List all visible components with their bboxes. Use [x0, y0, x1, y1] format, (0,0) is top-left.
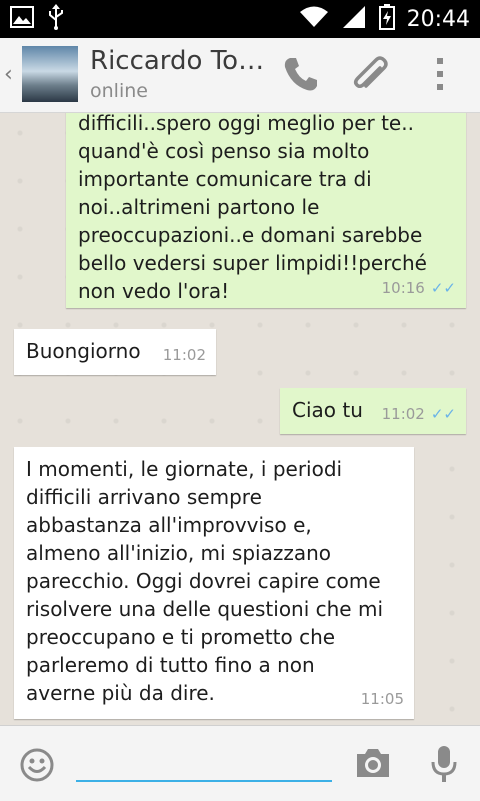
avatar[interactable] [22, 46, 78, 102]
contact-name[interactable]: Riccardo To… [90, 46, 264, 76]
camera-icon[interactable] [354, 746, 392, 784]
contact-status: online [90, 80, 148, 102]
status-bar: 20:44 [0, 0, 480, 38]
conversation-header[interactable]: ‹ Riccardo To… online [0, 38, 480, 113]
message-time: 10:16 [381, 279, 425, 297]
message-time: 11:05 [360, 690, 404, 708]
overflow-menu-icon[interactable] [434, 54, 446, 98]
composer-bar [0, 725, 480, 801]
status-clock: 20:44 [406, 6, 470, 32]
back-chevron-icon[interactable]: ‹ [4, 62, 13, 87]
attach-icon[interactable] [350, 54, 392, 100]
emoji-icon[interactable] [20, 748, 54, 786]
message-list[interactable]: difficili..spero oggi meglio per te.. qu… [0, 113, 480, 725]
battery-charging-icon [378, 4, 395, 34]
usb-icon [48, 4, 64, 34]
microphone-icon[interactable] [430, 744, 458, 788]
signal-icon [341, 5, 367, 33]
message-text: I momenti, le giornate, i periodi diffic… [26, 457, 384, 705]
wifi-icon [299, 6, 329, 32]
incoming-message-bubble[interactable]: Buongiorno 11:02 [14, 329, 216, 375]
read-receipt-icon: ✓✓ [430, 405, 456, 423]
outgoing-message-bubble[interactable]: Ciao tu 11:02 ✓✓ [280, 388, 466, 434]
message-time: 11:02 [381, 405, 425, 423]
image-icon [10, 6, 34, 32]
message-text: Buongiorno [26, 339, 141, 363]
phone-icon[interactable] [280, 54, 320, 98]
message-time: 11:02 [162, 346, 206, 364]
outgoing-message-bubble[interactable]: difficili..spero oggi meglio per te.. qu… [66, 113, 466, 308]
message-input[interactable] [76, 740, 332, 782]
read-receipt-icon: ✓✓ [430, 279, 456, 297]
message-text: Ciao tu [292, 398, 363, 422]
message-text: difficili..spero oggi meglio per te.. qu… [78, 113, 427, 303]
incoming-message-bubble[interactable]: I momenti, le giornate, i periodi diffic… [14, 447, 414, 719]
